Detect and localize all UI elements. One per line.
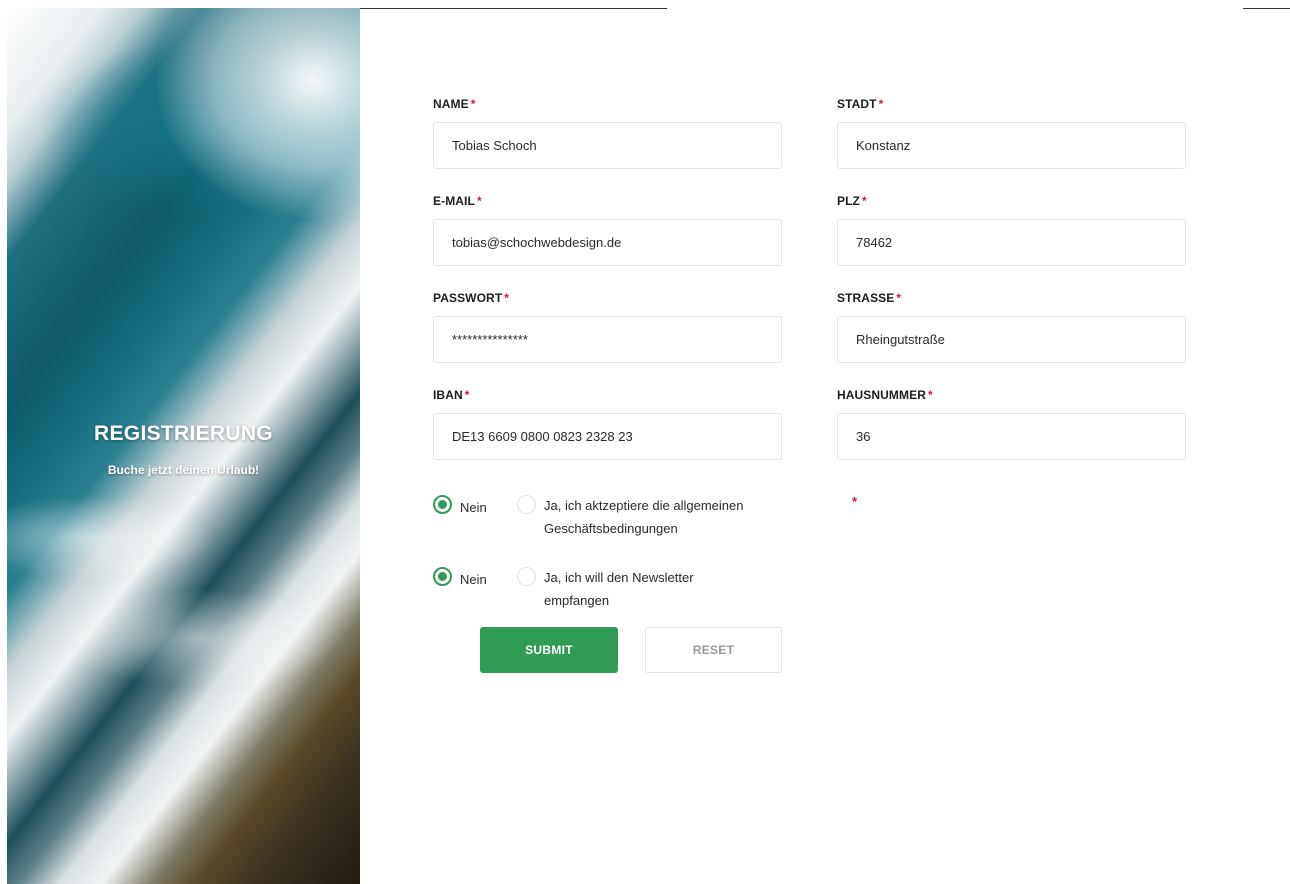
- house-number-input[interactable]: [837, 413, 1186, 460]
- required-marker: *: [470, 97, 476, 111]
- name-field-group: NAME *: [433, 96, 782, 169]
- top-divider-left: [360, 8, 667, 9]
- top-divider-right: [1243, 8, 1290, 9]
- radio-unchecked-icon[interactable]: [517, 567, 536, 586]
- reset-button[interactable]: RESET: [645, 627, 782, 673]
- street-label: STRASSE *: [837, 291, 902, 305]
- name-input[interactable]: [433, 122, 782, 169]
- hero-title: REGISTRIERUNG: [94, 422, 273, 445]
- required-marker: *: [852, 494, 858, 509]
- radio-checked-icon[interactable]: [433, 567, 452, 586]
- radio-checked-icon[interactable]: [433, 495, 452, 514]
- zip-field-group: PLZ *: [837, 193, 1186, 266]
- iban-field-group: IBAN *: [433, 387, 782, 460]
- zip-input[interactable]: [837, 219, 1186, 266]
- iban-input[interactable]: [433, 413, 782, 460]
- city-label: STADT *: [837, 97, 884, 111]
- required-marker: *: [464, 388, 470, 402]
- terms-no-label: Nein: [460, 500, 487, 515]
- terms-yes-label: Ja, ich aktzeptiere die allgemeinen Gesc…: [544, 498, 744, 536]
- hero-subtitle: Buche jetzt deinen Urlaub!: [107, 463, 260, 477]
- street-input[interactable]: [837, 316, 1186, 363]
- house-number-label: HAUSNUMMER *: [837, 388, 933, 402]
- house-number-field-group: HAUSNUMMER *: [837, 387, 1186, 460]
- name-label: NAME *: [433, 97, 476, 111]
- required-marker: *: [476, 194, 482, 208]
- required-marker: *: [861, 194, 867, 208]
- required-marker: *: [878, 97, 884, 111]
- newsletter-yes-label: Ja, ich will den Newsletter empfangen: [544, 570, 694, 608]
- city-input[interactable]: [837, 122, 1186, 169]
- city-field-group: STADT *: [837, 96, 1186, 169]
- email-input[interactable]: [433, 219, 782, 266]
- email-label: E-MAIL *: [433, 194, 482, 208]
- password-input[interactable]: [433, 316, 782, 363]
- newsletter-no-label: Nein: [460, 572, 487, 587]
- street-field-group: STRASSE *: [837, 290, 1186, 363]
- radio-unchecked-icon[interactable]: [517, 495, 536, 514]
- required-marker: *: [928, 388, 933, 402]
- submit-button[interactable]: SUBMIT: [480, 627, 618, 673]
- hero-image-ocean: REGISTRIERUNG Buche jetzt deinen Urlaub!: [7, 8, 360, 884]
- required-marker: *: [896, 291, 902, 305]
- password-field-group: PASSWORT *: [433, 290, 782, 363]
- zip-label: PLZ *: [837, 194, 867, 208]
- password-label: PASSWORT *: [433, 291, 510, 305]
- required-marker: *: [504, 291, 510, 305]
- registration-page: REGISTRIERUNG Buche jetzt deinen Urlaub!…: [0, 0, 1290, 884]
- email-field-group: E-MAIL *: [433, 193, 782, 266]
- iban-label: IBAN *: [433, 388, 470, 402]
